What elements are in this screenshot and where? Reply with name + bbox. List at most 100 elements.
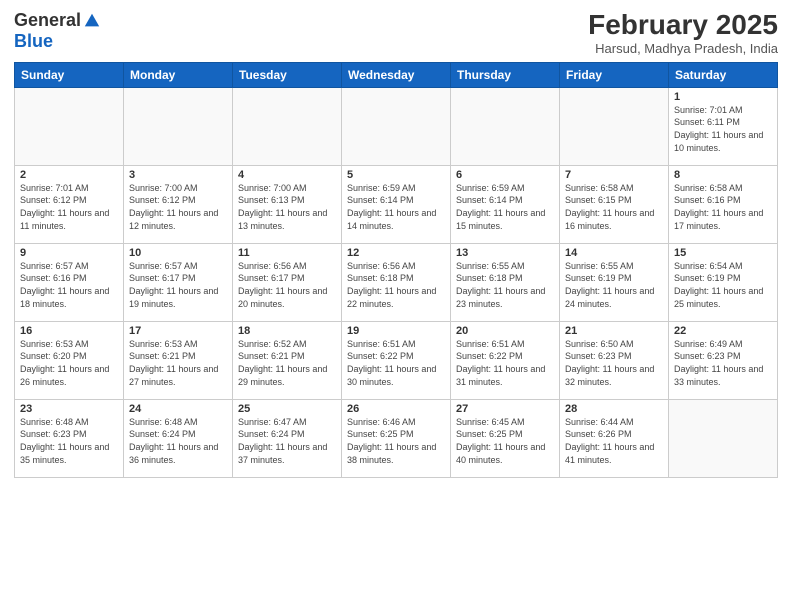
day-info: Sunrise: 6:51 AM Sunset: 6:22 PM Dayligh… bbox=[347, 338, 445, 388]
day-number: 23 bbox=[20, 403, 118, 415]
day-cell bbox=[124, 87, 233, 165]
day-cell: 12Sunrise: 6:56 AM Sunset: 6:18 PM Dayli… bbox=[342, 243, 451, 321]
day-info: Sunrise: 7:01 AM Sunset: 6:12 PM Dayligh… bbox=[20, 182, 118, 232]
day-cell: 2Sunrise: 7:01 AM Sunset: 6:12 PM Daylig… bbox=[15, 165, 124, 243]
logo-blue-text: Blue bbox=[14, 31, 53, 51]
day-cell: 28Sunrise: 6:44 AM Sunset: 6:26 PM Dayli… bbox=[560, 399, 669, 477]
day-info: Sunrise: 6:52 AM Sunset: 6:21 PM Dayligh… bbox=[238, 338, 336, 388]
day-cell: 11Sunrise: 6:56 AM Sunset: 6:17 PM Dayli… bbox=[233, 243, 342, 321]
day-number: 14 bbox=[565, 247, 663, 259]
day-info: Sunrise: 6:48 AM Sunset: 6:23 PM Dayligh… bbox=[20, 416, 118, 466]
day-cell: 10Sunrise: 6:57 AM Sunset: 6:17 PM Dayli… bbox=[124, 243, 233, 321]
day-info: Sunrise: 6:55 AM Sunset: 6:18 PM Dayligh… bbox=[456, 260, 554, 310]
day-number: 22 bbox=[674, 325, 772, 337]
day-number: 2 bbox=[20, 169, 118, 181]
day-info: Sunrise: 7:01 AM Sunset: 6:11 PM Dayligh… bbox=[674, 104, 772, 154]
day-number: 3 bbox=[129, 169, 227, 181]
day-cell: 7Sunrise: 6:58 AM Sunset: 6:15 PM Daylig… bbox=[560, 165, 669, 243]
day-number: 25 bbox=[238, 403, 336, 415]
day-info: Sunrise: 6:56 AM Sunset: 6:17 PM Dayligh… bbox=[238, 260, 336, 310]
weekday-header-row: SundayMondayTuesdayWednesdayThursdayFrid… bbox=[15, 62, 778, 87]
day-number: 13 bbox=[456, 247, 554, 259]
calendar-table: SundayMondayTuesdayWednesdayThursdayFrid… bbox=[14, 62, 778, 478]
day-cell bbox=[451, 87, 560, 165]
location: Harsud, Madhya Pradesh, India bbox=[588, 41, 778, 56]
logo-icon bbox=[83, 12, 101, 30]
week-row-2: 9Sunrise: 6:57 AM Sunset: 6:16 PM Daylig… bbox=[15, 243, 778, 321]
day-info: Sunrise: 6:49 AM Sunset: 6:23 PM Dayligh… bbox=[674, 338, 772, 388]
day-info: Sunrise: 6:46 AM Sunset: 6:25 PM Dayligh… bbox=[347, 416, 445, 466]
header: General Blue February 2025 Harsud, Madhy… bbox=[14, 10, 778, 56]
day-info: Sunrise: 6:51 AM Sunset: 6:22 PM Dayligh… bbox=[456, 338, 554, 388]
day-cell: 22Sunrise: 6:49 AM Sunset: 6:23 PM Dayli… bbox=[669, 321, 778, 399]
day-number: 27 bbox=[456, 403, 554, 415]
weekday-header-friday: Friday bbox=[560, 62, 669, 87]
day-number: 6 bbox=[456, 169, 554, 181]
day-info: Sunrise: 6:58 AM Sunset: 6:15 PM Dayligh… bbox=[565, 182, 663, 232]
day-number: 15 bbox=[674, 247, 772, 259]
day-info: Sunrise: 6:50 AM Sunset: 6:23 PM Dayligh… bbox=[565, 338, 663, 388]
day-cell: 21Sunrise: 6:50 AM Sunset: 6:23 PM Dayli… bbox=[560, 321, 669, 399]
day-info: Sunrise: 6:53 AM Sunset: 6:20 PM Dayligh… bbox=[20, 338, 118, 388]
week-row-4: 23Sunrise: 6:48 AM Sunset: 6:23 PM Dayli… bbox=[15, 399, 778, 477]
weekday-header-tuesday: Tuesday bbox=[233, 62, 342, 87]
day-cell: 16Sunrise: 6:53 AM Sunset: 6:20 PM Dayli… bbox=[15, 321, 124, 399]
page: General Blue February 2025 Harsud, Madhy… bbox=[0, 0, 792, 612]
weekday-header-monday: Monday bbox=[124, 62, 233, 87]
day-info: Sunrise: 6:57 AM Sunset: 6:16 PM Dayligh… bbox=[20, 260, 118, 310]
weekday-header-saturday: Saturday bbox=[669, 62, 778, 87]
day-cell: 4Sunrise: 7:00 AM Sunset: 6:13 PM Daylig… bbox=[233, 165, 342, 243]
day-cell bbox=[342, 87, 451, 165]
day-number: 5 bbox=[347, 169, 445, 181]
day-number: 28 bbox=[565, 403, 663, 415]
day-number: 17 bbox=[129, 325, 227, 337]
day-cell: 15Sunrise: 6:54 AM Sunset: 6:19 PM Dayli… bbox=[669, 243, 778, 321]
day-number: 4 bbox=[238, 169, 336, 181]
day-number: 18 bbox=[238, 325, 336, 337]
day-cell: 19Sunrise: 6:51 AM Sunset: 6:22 PM Dayli… bbox=[342, 321, 451, 399]
day-number: 24 bbox=[129, 403, 227, 415]
day-cell: 5Sunrise: 6:59 AM Sunset: 6:14 PM Daylig… bbox=[342, 165, 451, 243]
day-cell: 3Sunrise: 7:00 AM Sunset: 6:12 PM Daylig… bbox=[124, 165, 233, 243]
day-cell bbox=[669, 399, 778, 477]
day-cell: 8Sunrise: 6:58 AM Sunset: 6:16 PM Daylig… bbox=[669, 165, 778, 243]
day-info: Sunrise: 7:00 AM Sunset: 6:13 PM Dayligh… bbox=[238, 182, 336, 232]
day-cell bbox=[15, 87, 124, 165]
week-row-1: 2Sunrise: 7:01 AM Sunset: 6:12 PM Daylig… bbox=[15, 165, 778, 243]
day-number: 7 bbox=[565, 169, 663, 181]
day-number: 9 bbox=[20, 247, 118, 259]
day-cell: 17Sunrise: 6:53 AM Sunset: 6:21 PM Dayli… bbox=[124, 321, 233, 399]
day-cell: 26Sunrise: 6:46 AM Sunset: 6:25 PM Dayli… bbox=[342, 399, 451, 477]
day-info: Sunrise: 6:53 AM Sunset: 6:21 PM Dayligh… bbox=[129, 338, 227, 388]
day-cell: 1Sunrise: 7:01 AM Sunset: 6:11 PM Daylig… bbox=[669, 87, 778, 165]
day-cell: 24Sunrise: 6:48 AM Sunset: 6:24 PM Dayli… bbox=[124, 399, 233, 477]
day-number: 10 bbox=[129, 247, 227, 259]
day-cell: 18Sunrise: 6:52 AM Sunset: 6:21 PM Dayli… bbox=[233, 321, 342, 399]
day-number: 16 bbox=[20, 325, 118, 337]
day-info: Sunrise: 6:55 AM Sunset: 6:19 PM Dayligh… bbox=[565, 260, 663, 310]
day-number: 20 bbox=[456, 325, 554, 337]
day-number: 12 bbox=[347, 247, 445, 259]
header-right: February 2025 Harsud, Madhya Pradesh, In… bbox=[588, 10, 778, 56]
day-cell: 9Sunrise: 6:57 AM Sunset: 6:16 PM Daylig… bbox=[15, 243, 124, 321]
logo: General Blue bbox=[14, 10, 101, 52]
day-info: Sunrise: 6:47 AM Sunset: 6:24 PM Dayligh… bbox=[238, 416, 336, 466]
day-cell bbox=[233, 87, 342, 165]
logo-general-text: General bbox=[14, 10, 81, 31]
day-info: Sunrise: 6:59 AM Sunset: 6:14 PM Dayligh… bbox=[456, 182, 554, 232]
week-row-0: 1Sunrise: 7:01 AM Sunset: 6:11 PM Daylig… bbox=[15, 87, 778, 165]
day-info: Sunrise: 6:58 AM Sunset: 6:16 PM Dayligh… bbox=[674, 182, 772, 232]
day-cell: 14Sunrise: 6:55 AM Sunset: 6:19 PM Dayli… bbox=[560, 243, 669, 321]
day-number: 19 bbox=[347, 325, 445, 337]
day-cell: 23Sunrise: 6:48 AM Sunset: 6:23 PM Dayli… bbox=[15, 399, 124, 477]
weekday-header-wednesday: Wednesday bbox=[342, 62, 451, 87]
day-cell: 20Sunrise: 6:51 AM Sunset: 6:22 PM Dayli… bbox=[451, 321, 560, 399]
day-cell: 25Sunrise: 6:47 AM Sunset: 6:24 PM Dayli… bbox=[233, 399, 342, 477]
day-info: Sunrise: 6:45 AM Sunset: 6:25 PM Dayligh… bbox=[456, 416, 554, 466]
day-info: Sunrise: 6:57 AM Sunset: 6:17 PM Dayligh… bbox=[129, 260, 227, 310]
day-info: Sunrise: 6:59 AM Sunset: 6:14 PM Dayligh… bbox=[347, 182, 445, 232]
month-title: February 2025 bbox=[588, 10, 778, 41]
day-cell: 6Sunrise: 6:59 AM Sunset: 6:14 PM Daylig… bbox=[451, 165, 560, 243]
day-number: 1 bbox=[674, 91, 772, 103]
day-cell: 27Sunrise: 6:45 AM Sunset: 6:25 PM Dayli… bbox=[451, 399, 560, 477]
